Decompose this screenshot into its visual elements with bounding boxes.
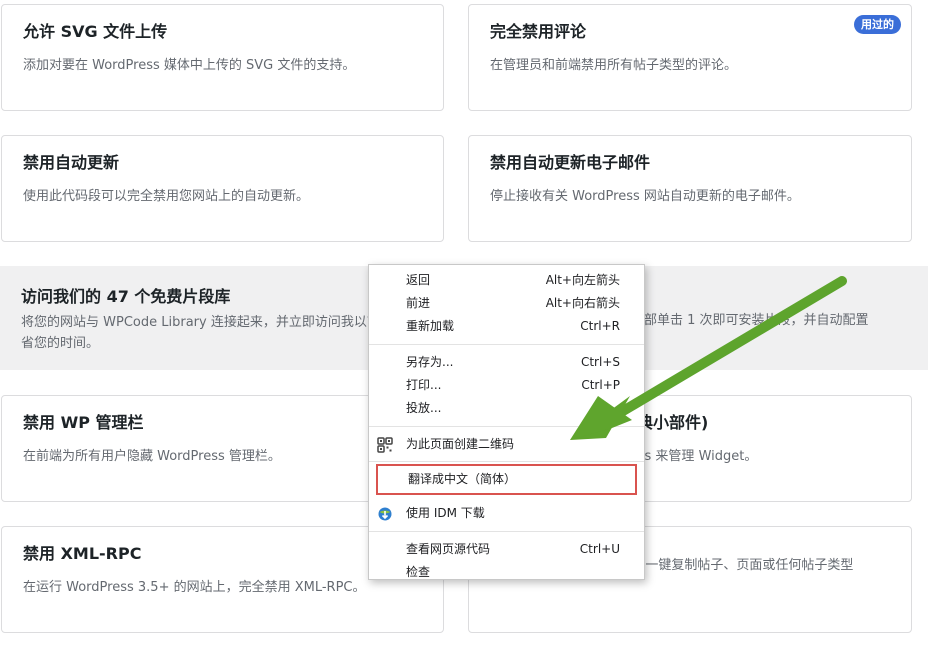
menu-item-shortcut: Ctrl+R: [580, 319, 620, 333]
menu-item-cast[interactable]: 投放...: [369, 397, 644, 420]
card-title: 完全禁用评论: [490, 22, 587, 41]
menu-item-translate-chinese[interactable]: 翻译成中文（简体）: [376, 464, 637, 495]
menu-item-label: 重新加载: [406, 319, 455, 333]
menu-item-inspect[interactable]: 检查: [369, 561, 644, 584]
card-description: 在管理员和前端禁用所有帖子类型的评论。: [490, 58, 738, 73]
card-description: 添加对要在 WordPress 媒体中上传的 SVG 文件的支持。: [23, 58, 356, 73]
card-description: 在前端为所有用户隐藏 WordPress 管理栏。: [23, 449, 281, 464]
menu-item-label: 使用 IDM 下载: [406, 506, 485, 520]
menu-separator: [369, 461, 644, 462]
menu-item-view-source[interactable]: 查看网页源代码 Ctrl+U: [369, 538, 644, 561]
menu-item-forward[interactable]: 前进 Alt+向右箭头: [369, 292, 644, 315]
menu-item-create-qr-code[interactable]: 为此页面创建二维码: [369, 433, 644, 456]
card-title: 允许 SVG 文件上传: [23, 22, 168, 41]
qr-code-icon: [377, 437, 393, 453]
snippet-card-svg-upload[interactable]: 允许 SVG 文件上传 添加对要在 WordPress 媒体中上传的 SVG 文…: [1, 4, 444, 111]
menu-item-save-as[interactable]: 另存为... Ctrl+S: [369, 351, 644, 374]
menu-separator: [369, 426, 644, 427]
menu-item-label: 前进: [406, 296, 431, 310]
menu-item-label: 投放...: [406, 401, 442, 415]
idm-download-icon: [377, 506, 393, 522]
card-title: 典小部件): [637, 413, 709, 432]
banner-description: 将您的网站与 WPCode Library 连接起来，并立即访问我以节省您的时间…: [21, 315, 380, 351]
menu-item-label: 另存为...: [406, 355, 454, 369]
card-title: 禁用 XML-RPC: [23, 544, 142, 563]
menu-item-label: 检查: [406, 565, 431, 579]
menu-separator: [369, 497, 644, 498]
menu-item-shortcut: Alt+向左箭头: [545, 273, 620, 287]
snippet-card-disable-comments[interactable]: 完全禁用评论 在管理员和前端禁用所有帖子类型的评论。 用过的: [468, 4, 912, 111]
menu-item-shortcut: Alt+向右箭头: [545, 296, 620, 310]
menu-item-print[interactable]: 打印... Ctrl+P: [369, 374, 644, 397]
menu-item-label: 查看网页源代码: [406, 542, 491, 556]
card-description: 在运行 WordPress 3.5+ 的网站上，完全禁用 XML-RPC。: [23, 580, 366, 595]
menu-item-label: 为此页面创建二维码: [406, 437, 515, 451]
card-description: 使用此代码段可以完全禁用您网站上的自动更新。: [23, 189, 310, 204]
card-title: 禁用自动更新电子邮件: [490, 153, 651, 172]
menu-item-idm-download[interactable]: 使用 IDM 下载: [369, 502, 644, 525]
menu-item-reload[interactable]: 重新加载 Ctrl+R: [369, 315, 644, 338]
menu-item-label: 翻译成中文（简体）: [408, 472, 517, 486]
card-description: ks 来管理 Widget。: [637, 449, 758, 464]
snippet-card-disable-auto-updates[interactable]: 禁用自动更新 使用此代码段可以完全禁用您网站上的自动更新。: [1, 135, 444, 242]
browser-context-menu: 返回 Alt+向左箭头 前进 Alt+向右箭头 重新加载 Ctrl+R 另存为.…: [368, 264, 645, 580]
menu-separator: [369, 344, 644, 345]
menu-item-label: 返回: [406, 273, 431, 287]
used-badge: 用过的: [854, 15, 901, 34]
menu-item-shortcut: Ctrl+S: [580, 355, 620, 369]
card-title: 禁用自动更新: [23, 153, 120, 172]
menu-item-label: 打印...: [406, 378, 442, 392]
card-title: 禁用 WP 管理栏: [23, 413, 144, 432]
menu-item-shortcut: Ctrl+U: [579, 542, 620, 556]
card-description: 停止接收有关 WordPress 网站自动更新的电子邮件。: [490, 189, 800, 204]
menu-item-back[interactable]: 返回 Alt+向左箭头: [369, 269, 644, 292]
menu-item-shortcut: Ctrl+P: [581, 378, 620, 392]
banner-description-right: 部单击 1 次即可安装片段，并自动配置: [644, 313, 869, 328]
snippet-card-disable-update-emails[interactable]: 禁用自动更新电子邮件 停止接收有关 WordPress 网站自动更新的电子邮件。: [468, 135, 912, 242]
menu-separator: [369, 531, 644, 532]
